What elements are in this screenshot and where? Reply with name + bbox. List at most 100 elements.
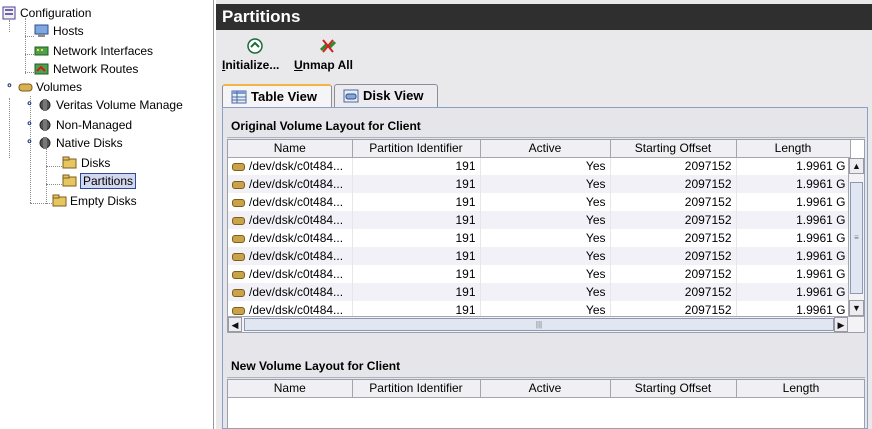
cell-name: /dev/dsk/c0t484... bbox=[228, 175, 353, 193]
cell-active: Yes bbox=[480, 247, 611, 265]
table-row[interactable]: /dev/dsk/c0t484... 191 Yes 2097152 1.9961 G bbox=[228, 193, 851, 211]
table-view-icon bbox=[231, 90, 247, 104]
column-header-partition-identifier[interactable]: Partition Identifier bbox=[352, 380, 481, 398]
table-row[interactable]: /dev/dsk/c0t484... 191 Yes 2097152 1.9961 G bbox=[228, 247, 851, 265]
scroll-left-button[interactable]: ◀ bbox=[228, 317, 242, 332]
collapse-toggle-icon[interactable]: ⚬ bbox=[24, 138, 35, 149]
cell-text: 1.9961 G bbox=[796, 177, 846, 191]
cell-name: /dev/dsk/c0t484... bbox=[228, 211, 353, 229]
cell-text: 191 bbox=[455, 159, 476, 174]
cell-length: 1.9961 G bbox=[736, 175, 851, 193]
tree-item-volumes[interactable]: ⚬ Volumes bbox=[0, 78, 210, 96]
cell-text: Yes bbox=[585, 249, 606, 263]
tree-item-configuration[interactable]: Configuration bbox=[0, 4, 210, 22]
tree-item-partitions[interactable]: Partitions bbox=[0, 172, 210, 190]
cell-text: 2097152 bbox=[684, 213, 732, 227]
cell-text: Yes bbox=[585, 231, 606, 245]
cell-text: /dev/dsk/c0t484... bbox=[249, 249, 344, 263]
cell-length: 1.9961 G bbox=[736, 157, 851, 175]
tree-item-label: Hosts bbox=[53, 24, 84, 38]
tab-table-view[interactable]: Table View bbox=[222, 84, 332, 108]
tree-item-network-interfaces[interactable]: Network Interfaces bbox=[0, 42, 210, 60]
cell-text: Yes bbox=[585, 195, 606, 209]
host-icon bbox=[34, 24, 49, 37]
tree-item-hosts[interactable]: Hosts bbox=[0, 22, 210, 40]
cell-active: Yes bbox=[480, 265, 611, 283]
disk-icon bbox=[232, 234, 245, 243]
disk-folder-icon bbox=[62, 156, 77, 169]
disk-folder-icon bbox=[52, 194, 67, 207]
original-layout-header: Original Volume Layout for Client bbox=[227, 114, 865, 138]
tab-disk-view[interactable]: Disk View bbox=[334, 84, 438, 108]
vertical-scrollbar[interactable]: ▲ ≡ ▼ bbox=[848, 158, 864, 316]
table-row[interactable]: /dev/dsk/c0t484... 191 Yes 2097152 1.9961 G bbox=[228, 157, 851, 175]
tree-item-label: Configuration bbox=[20, 6, 92, 20]
cell-active: Yes bbox=[480, 175, 611, 193]
volume-manager-icon bbox=[39, 137, 51, 149]
table-row[interactable]: /dev/dsk/c0t484... 191 Yes 2097152 1.9961 G bbox=[228, 283, 851, 301]
column-header-partition-identifier[interactable]: Partition Identifier bbox=[352, 140, 481, 158]
initialize-icon bbox=[247, 38, 263, 54]
cell-text: 2097152 bbox=[684, 267, 732, 281]
scroll-down-button[interactable]: ▼ bbox=[849, 300, 864, 316]
tree-item-native-disks[interactable]: ⚬ Native Disks bbox=[0, 134, 210, 152]
cell-starting-offset: 2097152 bbox=[610, 211, 737, 229]
disk-icon bbox=[232, 163, 245, 172]
volume-manager-icon bbox=[39, 99, 51, 111]
new-layout-header: New Volume Layout for Client bbox=[227, 354, 865, 378]
new-layout-table[interactable]: Name Partition Identifier Active Startin… bbox=[227, 379, 865, 429]
column-header-active[interactable]: Active bbox=[480, 380, 611, 398]
unmap-all-label: Unmap All bbox=[294, 58, 353, 72]
horizontal-scrollbar[interactable]: ◀ ||| ▶ bbox=[228, 316, 864, 332]
expand-toggle-icon[interactable]: ⚬ bbox=[24, 120, 35, 131]
scroll-right-button[interactable]: ▶ bbox=[834, 317, 848, 332]
disk-folder-icon bbox=[62, 174, 77, 187]
column-header-name[interactable]: Name bbox=[228, 380, 353, 398]
tree-item-empty-disks[interactable]: Empty Disks bbox=[0, 192, 210, 210]
configuration-icon bbox=[2, 6, 16, 20]
table-row[interactable]: /dev/dsk/c0t484... 191 Yes 2097152 1.9961 G bbox=[228, 265, 851, 283]
cell-text: 191 bbox=[455, 213, 476, 227]
cell-text: 1.9961 G bbox=[796, 159, 846, 174]
cell-text: /dev/dsk/c0t484... bbox=[249, 231, 344, 245]
cell-text: /dev/dsk/c0t484... bbox=[249, 267, 344, 281]
tree-item-disks[interactable]: Disks bbox=[0, 154, 210, 172]
table-body: /dev/dsk/c0t484... 191 Yes 2097152 1.9961 G /… bbox=[228, 157, 851, 319]
column-header-starting-offset[interactable]: Starting Offset bbox=[610, 380, 737, 398]
disk-icon bbox=[232, 252, 245, 261]
initialize-button[interactable]: Initialize... bbox=[222, 34, 288, 78]
cell-text: 2097152 bbox=[684, 231, 732, 245]
table-row[interactable]: /dev/dsk/c0t484... 191 Yes 2097152 1.9961 G bbox=[228, 229, 851, 247]
scroll-up-button[interactable]: ▲ bbox=[849, 158, 864, 174]
tree-item-non-managed[interactable]: ⚬ Non-Managed bbox=[0, 116, 210, 134]
cell-active: Yes bbox=[480, 211, 611, 229]
cell-text: Yes bbox=[585, 267, 606, 281]
table-header-row: Name Partition Identifier Active Startin… bbox=[228, 140, 851, 158]
column-header-starting-offset[interactable]: Starting Offset bbox=[610, 140, 737, 158]
original-layout-table[interactable]: Name Partition Identifier Active Startin… bbox=[227, 139, 865, 333]
cell-text: 2097152 bbox=[684, 195, 732, 209]
unmap-icon bbox=[319, 39, 337, 53]
cell-length: 1.9961 G bbox=[736, 247, 851, 265]
column-header-length[interactable]: Length bbox=[736, 380, 864, 398]
unmap-all-button[interactable]: Unmap All bbox=[294, 34, 364, 78]
cell-text: 191 bbox=[455, 267, 476, 281]
column-header-length[interactable]: Length bbox=[736, 140, 851, 158]
tree-item-label: Partitions bbox=[80, 173, 137, 189]
table-row[interactable]: /dev/dsk/c0t484... 191 Yes 2097152 1.9961 G bbox=[228, 175, 851, 193]
expand-toggle-icon[interactable]: ⚬ bbox=[24, 100, 35, 111]
tree-item-veritas-volume-manager[interactable]: ⚬ Veritas Volume Manage bbox=[0, 96, 213, 114]
cell-partition-identifier: 191 bbox=[352, 211, 481, 229]
cell-starting-offset: 2097152 bbox=[610, 283, 737, 301]
horizontal-scroll-thumb[interactable]: ||| bbox=[244, 318, 834, 331]
cell-text: 2097152 bbox=[684, 177, 732, 191]
column-header-name[interactable]: Name bbox=[228, 140, 353, 158]
cell-length: 1.9961 G bbox=[736, 229, 851, 247]
tree-item-label: Native Disks bbox=[56, 136, 123, 150]
column-header-active[interactable]: Active bbox=[480, 140, 611, 158]
cell-text: /dev/dsk/c0t484... bbox=[249, 213, 344, 227]
collapse-toggle-icon[interactable]: ⚬ bbox=[4, 82, 15, 93]
tree-item-network-routes[interactable]: Network Routes bbox=[0, 60, 210, 78]
vertical-scroll-thumb[interactable]: ≡ bbox=[850, 182, 863, 294]
table-row[interactable]: /dev/dsk/c0t484... 191 Yes 2097152 1.9961 G bbox=[228, 211, 851, 229]
